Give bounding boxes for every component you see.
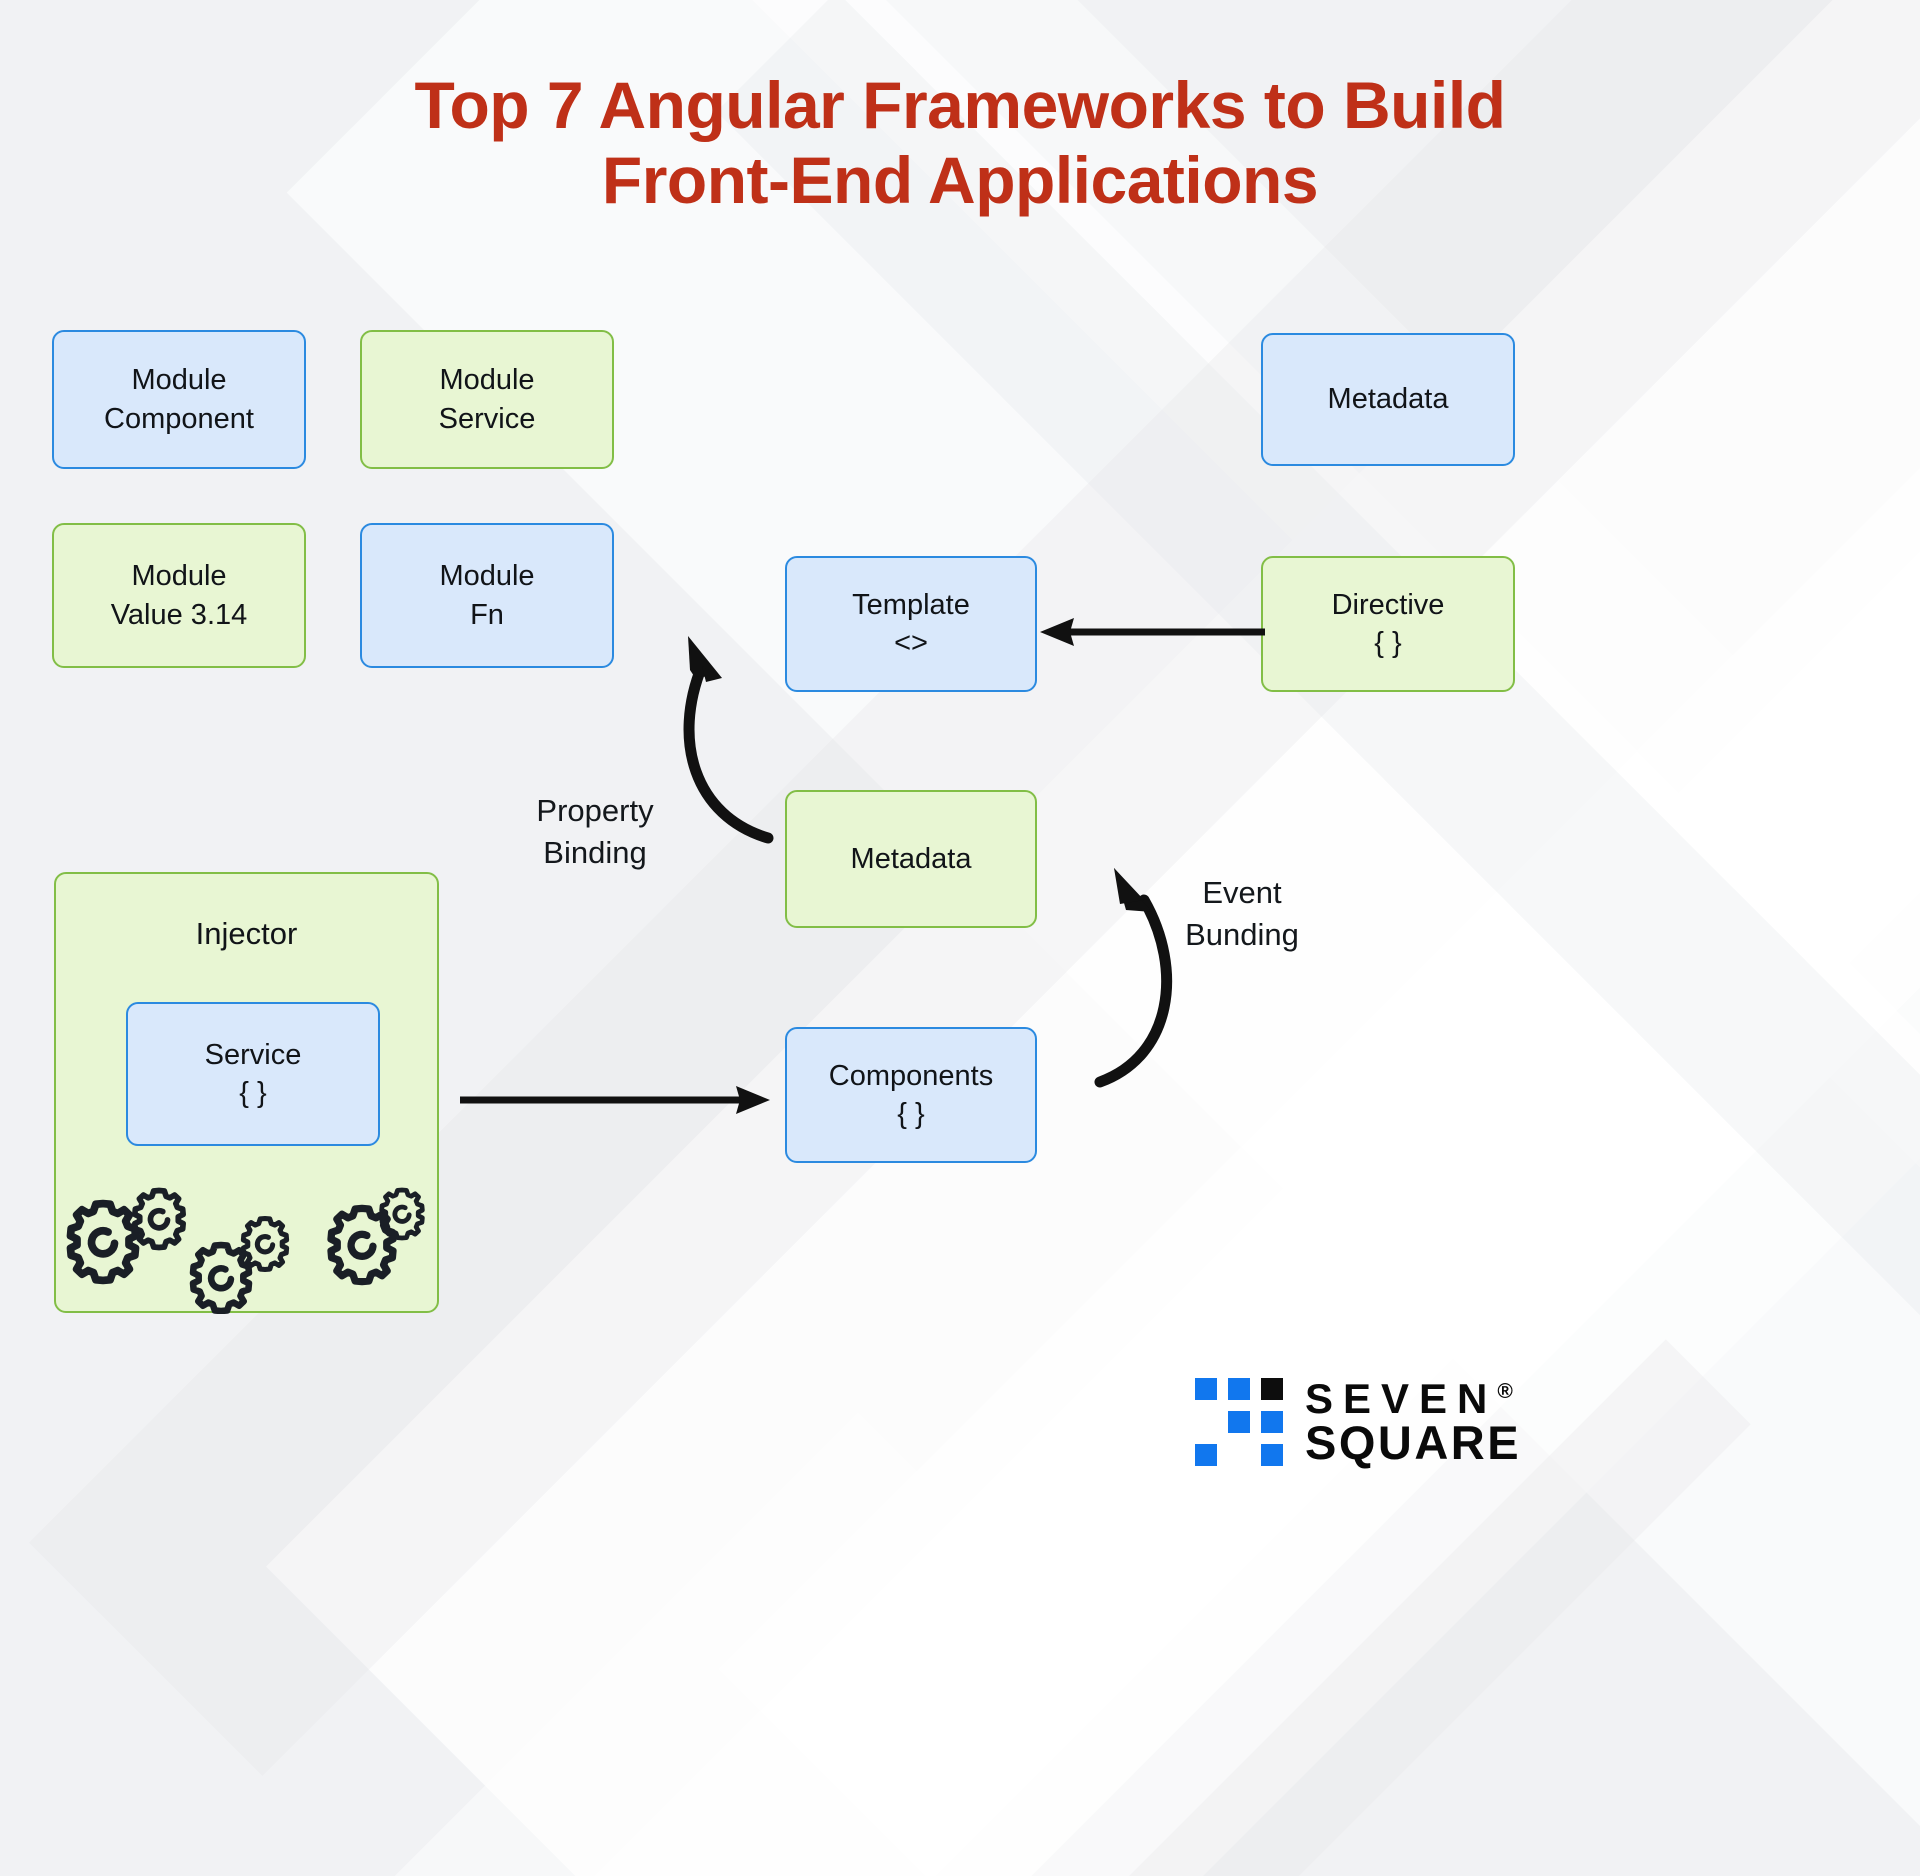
logo-square-grid: [1195, 1378, 1283, 1466]
node-label-line-1: Module: [131, 560, 227, 593]
node-directive[interactable]: Directive { }: [1261, 556, 1515, 692]
node-label-line-2: Component: [104, 402, 254, 435]
logo-square: [1195, 1444, 1217, 1466]
gear-icon: [193, 1245, 249, 1311]
node-module-value[interactable]: Module Value 3.14: [52, 523, 306, 668]
node-label-line-2: Value 3.14: [110, 598, 248, 631]
logo-square: [1195, 1411, 1217, 1433]
title-line-2: Front-End Applications: [601, 143, 1319, 218]
node-module-service[interactable]: Module Service: [360, 330, 614, 469]
node-label-line-1: Module: [439, 364, 535, 397]
node-module-component[interactable]: Module Component: [52, 330, 306, 469]
edge-label-line-1: Event: [1202, 875, 1282, 910]
logo-square: [1261, 1411, 1283, 1433]
node-label-line-1: Components: [828, 1059, 994, 1092]
edge-label-line-2: Binding: [543, 835, 647, 871]
node-label-line-1: Metadata: [850, 842, 972, 875]
arrow-injector-to-components: [460, 1086, 770, 1114]
registered-icon: ®: [1497, 1380, 1513, 1404]
logo-square: [1261, 1378, 1283, 1400]
node-label-line-1: Module: [131, 364, 227, 397]
logo-line-1: SEVEN®: [1305, 1375, 1521, 1423]
node-metadata-right[interactable]: Metadata: [1261, 333, 1515, 466]
logo-wordmark: SEVEN® SQUARE: [1305, 1375, 1522, 1469]
logo-square: [1195, 1378, 1217, 1400]
edge-label-line-1: Property: [536, 793, 654, 828]
logo-text-seven: SEVEN: [1305, 1375, 1498, 1423]
arrow-directive-to-template: [1040, 618, 1265, 646]
logo-square: [1228, 1411, 1250, 1433]
logo-square: [1228, 1378, 1250, 1400]
node-label-line-1: Template: [852, 588, 970, 621]
seven-square-logo: SEVEN® SQUARE: [1195, 1378, 1521, 1466]
node-service[interactable]: Service { }: [126, 1002, 380, 1146]
node-label-line-2: <>: [894, 627, 928, 659]
gear-icon: [70, 1204, 135, 1281]
node-module-fn[interactable]: Module Fn: [360, 523, 614, 668]
logo-line-2: SQUARE: [1305, 1415, 1522, 1469]
edge-label-line-2: Bunding: [1185, 917, 1299, 953]
node-injector[interactable]: Injector Service { }: [54, 872, 439, 1313]
node-label-line-1: Service: [204, 1038, 302, 1071]
page-title: Top 7 Angular Frameworks to Build Front-…: [0, 68, 1920, 218]
logo-square: [1228, 1444, 1250, 1466]
gear-icon: [382, 1190, 423, 1238]
node-label-line-1: Directive: [1331, 588, 1445, 621]
injector-label: Injector: [195, 916, 298, 951]
node-label-line-1: Metadata: [1327, 383, 1449, 416]
logo-square: [1261, 1444, 1283, 1466]
edge-label-property-binding: Property Binding: [505, 790, 685, 874]
gear-icon: [135, 1191, 183, 1248]
gear-icon: [243, 1219, 286, 1270]
title-line-1: Top 7 Angular Frameworks to Build: [414, 68, 1506, 142]
edge-label-event-bunding: Event Bunding: [1152, 872, 1332, 956]
gear-cluster: [56, 1174, 441, 1314]
node-label-line-2: Service: [438, 402, 536, 435]
node-label-line-2: { }: [239, 1077, 267, 1109]
node-label-line-2: { }: [897, 1098, 925, 1130]
node-label-line-2: Fn: [470, 598, 504, 631]
node-label-line-1: Module: [439, 560, 535, 593]
node-label-line-2: { }: [1374, 627, 1402, 659]
node-components[interactable]: Components { }: [785, 1027, 1037, 1163]
